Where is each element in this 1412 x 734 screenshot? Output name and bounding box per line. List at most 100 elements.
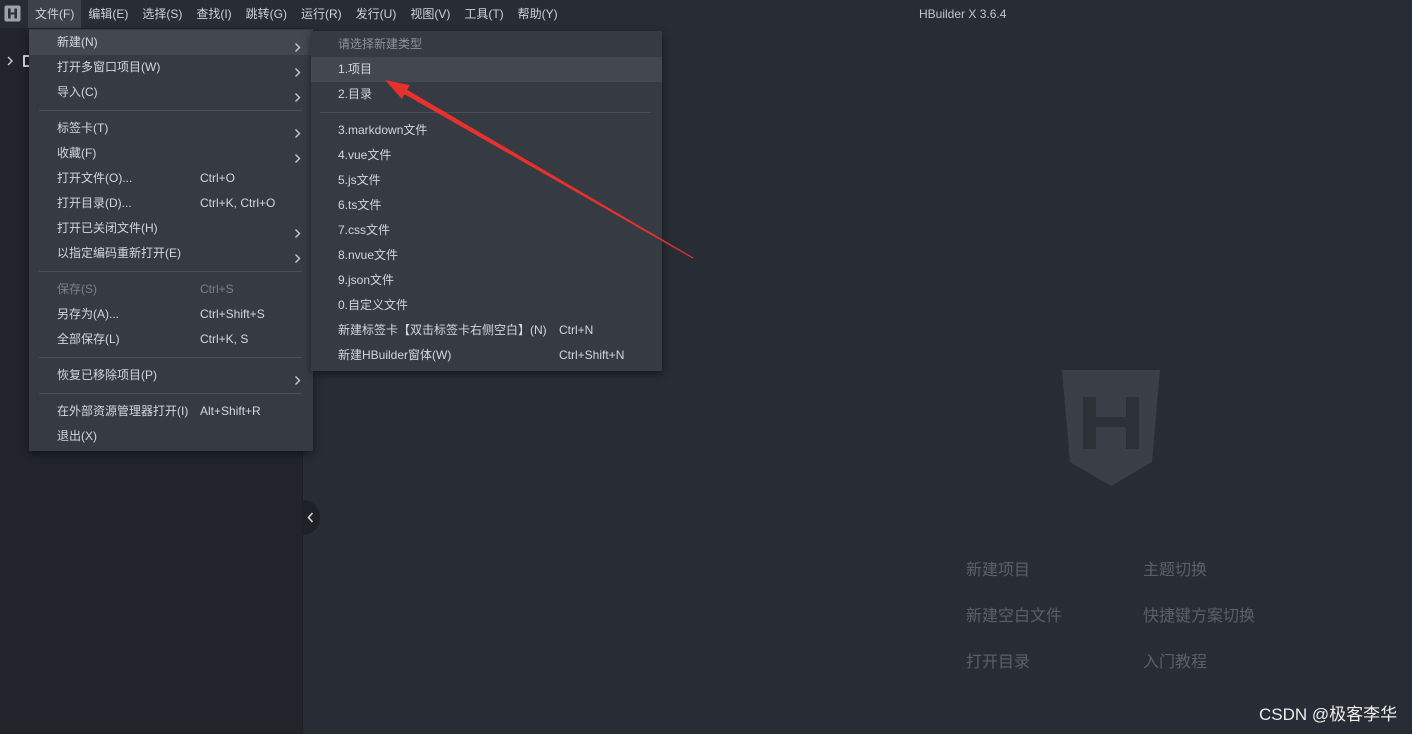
submenu-item-nvue-file[interactable]: 8.nvue文件 (311, 243, 662, 268)
collapse-sidebar-button[interactable] (303, 500, 320, 535)
menu-item-shortcut: Ctrl+Shift+N (559, 348, 625, 362)
window-title: HBuilder X 3.6.4 (919, 7, 1007, 21)
menu-item-label: 恢复已移除项目(P) (57, 368, 157, 382)
menu-item-label: 标签卡(T) (57, 121, 109, 135)
menu-item-tabs[interactable]: 标签卡(T) (29, 116, 313, 141)
chevron-right-icon (294, 248, 301, 263)
submenu-item-project[interactable]: 1.项目 (311, 57, 662, 82)
welcome-link-theme-switch[interactable]: 主题切换 (1143, 560, 1323, 582)
menu-find[interactable]: 查找(I) (189, 0, 238, 28)
menu-item-label: 1.项目 (338, 62, 373, 76)
menu-item-label: 打开文件(O)... (57, 171, 133, 185)
menu-item-shortcut: Ctrl+K, S (200, 332, 249, 346)
submenu-item-ts-file[interactable]: 6.ts文件 (311, 193, 662, 218)
submenu-header: 请选择新建类型 (311, 32, 662, 57)
menu-item-label: 打开多窗口项目(W) (57, 60, 161, 74)
menu-item-shortcut: Ctrl+S (200, 282, 234, 296)
chevron-right-icon (294, 62, 301, 77)
welcome-link-keymap-switch[interactable]: 快捷键方案切换 (1143, 606, 1323, 628)
submenu-item-directory[interactable]: 2.目录 (311, 82, 662, 107)
menu-edit[interactable]: 编辑(E) (81, 0, 135, 28)
file-menu-dropdown: 新建(N) 打开多窗口项目(W) 导入(C) 标签卡(T) 收藏(F) 打开文件… (29, 29, 313, 451)
menu-item-label: 另存为(A)... (57, 307, 119, 321)
menu-item-label: 5.js文件 (338, 173, 381, 187)
chevron-right-icon (294, 123, 301, 138)
welcome-link-new-project[interactable]: 新建项目 (966, 560, 1143, 582)
menu-item-save-all[interactable]: 全部保存(L) Ctrl+K, S (29, 327, 313, 352)
menu-item-label: 打开已关闭文件(H) (57, 221, 158, 235)
menu-item-shortcut: Alt+Shift+R (200, 404, 261, 418)
chevron-right-icon (294, 87, 301, 102)
menu-item-label: 4.vue文件 (338, 148, 392, 162)
menu-item-save-as[interactable]: 另存为(A)... Ctrl+Shift+S (29, 302, 313, 327)
menu-run[interactable]: 运行(R) (294, 0, 349, 28)
chevron-left-icon (307, 512, 314, 523)
menu-item-label: 退出(X) (57, 429, 97, 443)
menu-item-label: 7.css文件 (338, 223, 391, 237)
menu-item-open-multi-window-project[interactable]: 打开多窗口项目(W) (29, 55, 313, 80)
menu-item-open-file[interactable]: 打开文件(O)... Ctrl+O (29, 166, 313, 191)
menu-item-label: 全部保存(L) (57, 332, 120, 346)
chevron-right-icon (294, 223, 301, 238)
menu-item-label: 9.json文件 (338, 273, 395, 287)
menu-item-save[interactable]: 保存(S) Ctrl+S (29, 277, 313, 302)
submenu-item-json-file[interactable]: 9.json文件 (311, 268, 662, 293)
app-window: 文件(F) 编辑(E) 选择(S) 查找(I) 跳转(G) 运行(R) 发行(U… (0, 0, 1412, 734)
menu-file[interactable]: 文件(F) (28, 0, 82, 28)
welcome-link-open-folder[interactable]: 打开目录 (966, 652, 1143, 674)
menu-item-label: 3.markdown文件 (338, 123, 428, 137)
welcome-link-getting-started[interactable]: 入门教程 (1143, 652, 1323, 674)
menu-item-label: 以指定编码重新打开(E) (57, 246, 181, 260)
submenu-item-css-file[interactable]: 7.css文件 (311, 218, 662, 243)
chevron-right-icon[interactable] (7, 56, 13, 66)
welcome-link-new-blank-file[interactable]: 新建空白文件 (966, 606, 1143, 628)
menu-tools[interactable]: 工具(T) (457, 0, 510, 28)
submenu-item-vue-file[interactable]: 4.vue文件 (311, 143, 662, 168)
menu-separator (311, 107, 662, 118)
menu-goto[interactable]: 跳转(G) (239, 0, 294, 28)
menu-view[interactable]: 视图(V) (403, 0, 457, 28)
menu-item-label: 导入(C) (57, 85, 98, 99)
menu-item-new[interactable]: 新建(N) (29, 30, 313, 55)
menu-item-label: 6.ts文件 (338, 198, 382, 212)
menu-item-reopen-with-encoding[interactable]: 以指定编码重新打开(E) (29, 241, 313, 266)
submenu-header-label: 请选择新建类型 (338, 37, 423, 51)
menu-bar-items: 文件(F) 编辑(E) 选择(S) 查找(I) 跳转(G) 运行(R) 发行(U… (28, 0, 565, 28)
hbuilder-shield-logo-icon (1062, 370, 1160, 486)
chevron-right-icon (294, 148, 301, 163)
submenu-item-custom-file[interactable]: 0.自定义文件 (311, 293, 662, 318)
menu-item-label: 收藏(F) (57, 146, 97, 160)
menu-item-label: 2.目录 (338, 87, 373, 101)
submenu-item-new-window[interactable]: 新建HBuilder窗体(W) Ctrl+Shift+N (311, 343, 662, 368)
hbuilder-app-icon[interactable] (4, 5, 21, 22)
menu-bar: 文件(F) 编辑(E) 选择(S) 查找(I) 跳转(G) 运行(R) 发行(U… (0, 0, 1412, 28)
menu-item-label: 保存(S) (57, 282, 97, 296)
menu-item-restore-removed-project[interactable]: 恢复已移除项目(P) (29, 363, 313, 388)
menu-item-label: 0.自定义文件 (338, 298, 409, 312)
menu-item-open-folder[interactable]: 打开目录(D)... Ctrl+K, Ctrl+O (29, 191, 313, 216)
menu-help[interactable]: 帮助(Y) (511, 0, 565, 28)
submenu-item-new-tab[interactable]: 新建标签卡【双击标签卡右侧空白】(N) Ctrl+N (311, 318, 662, 343)
menu-item-label: 新建标签卡【双击标签卡右侧空白】(N) (338, 323, 547, 337)
menu-item-open-in-explorer[interactable]: 在外部资源管理器打开(I) Alt+Shift+R (29, 399, 313, 424)
welcome-links: 新建项目 主题切换 新建空白文件 快捷键方案切换 打开目录 入门教程 (966, 560, 1323, 674)
menu-item-import[interactable]: 导入(C) (29, 80, 313, 105)
menu-item-favorites[interactable]: 收藏(F) (29, 141, 313, 166)
menu-publish[interactable]: 发行(U) (349, 0, 404, 28)
menu-separator (29, 266, 313, 277)
menu-item-label: 新建HBuilder窗体(W) (338, 348, 452, 362)
submenu-item-js-file[interactable]: 5.js文件 (311, 168, 662, 193)
chevron-right-icon (294, 37, 301, 52)
menu-select[interactable]: 选择(S) (135, 0, 189, 28)
menu-item-shortcut: Ctrl+O (200, 171, 236, 185)
menu-item-shortcut: Ctrl+K, Ctrl+O (200, 196, 276, 210)
menu-item-shortcut: Ctrl+Shift+S (200, 307, 265, 321)
menu-separator (29, 352, 313, 363)
menu-separator (29, 105, 313, 116)
menu-item-open-closed-file[interactable]: 打开已关闭文件(H) (29, 216, 313, 241)
menu-item-shortcut: Ctrl+N (559, 323, 594, 337)
menu-item-exit[interactable]: 退出(X) (29, 424, 313, 449)
submenu-item-markdown-file[interactable]: 3.markdown文件 (311, 118, 662, 143)
chevron-right-icon (294, 370, 301, 385)
menu-item-label: 在外部资源管理器打开(I) (57, 404, 189, 418)
